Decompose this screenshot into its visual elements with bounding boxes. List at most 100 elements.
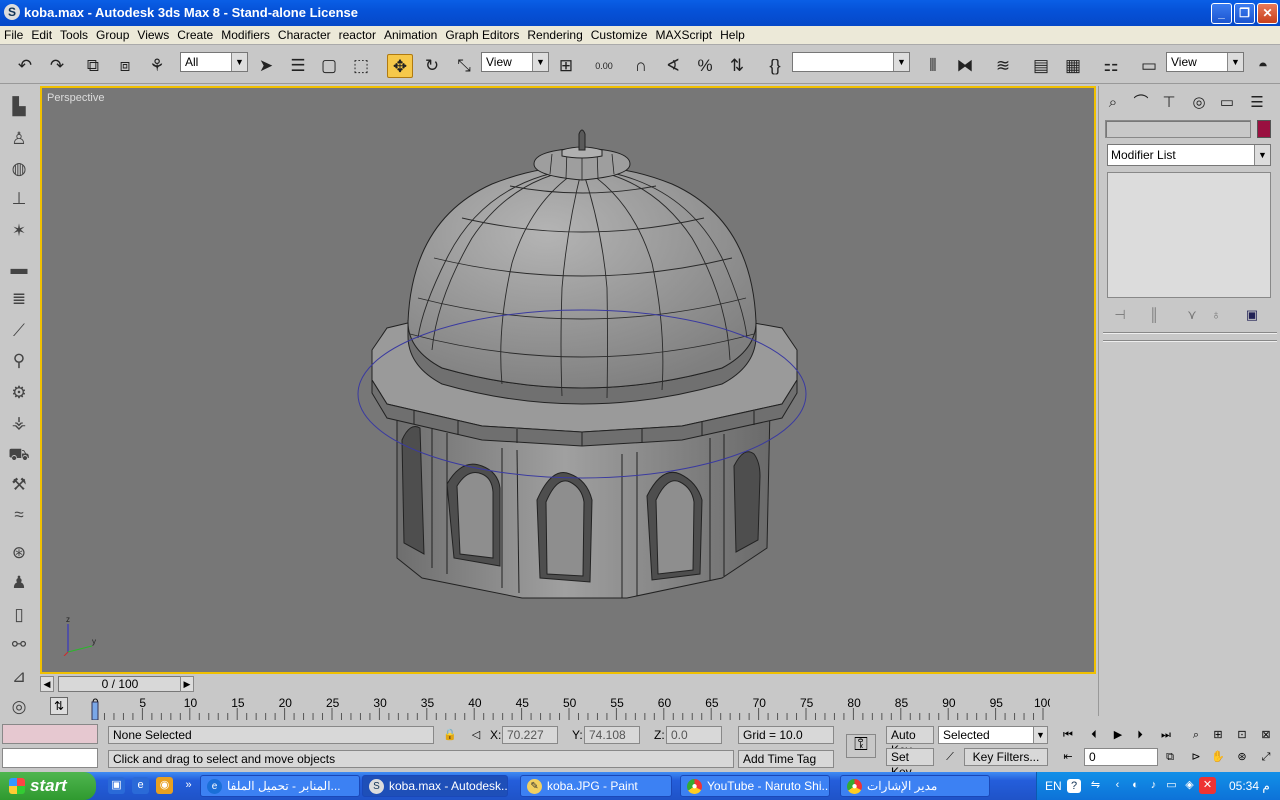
rigid-body-collection-icon[interactable]: ▙ — [6, 94, 32, 120]
menu-maxscript[interactable]: MAXScript — [651, 26, 716, 42]
fracture-icon[interactable]: ⚒ — [6, 472, 32, 498]
key-filters-button[interactable]: Key Filters... — [964, 748, 1048, 766]
maximize-viewport-icon[interactable]: ⤢ — [1256, 748, 1276, 766]
z-coordinate-field[interactable]: 0.0 — [666, 726, 722, 744]
chevron-right-icon[interactable]: ▶ — [180, 676, 194, 692]
make-unique-icon[interactable]: ⋎ — [1181, 305, 1203, 325]
current-frame-field[interactable]: 0 — [1084, 748, 1158, 766]
set-key-button[interactable]: Set Key — [886, 748, 934, 779]
tray-app-icon[interactable]: ◐ — [1127, 777, 1144, 794]
menu-rendering[interactable]: Rendering — [523, 26, 586, 42]
modifier-list-dropdown[interactable]: Modifier List ▼ — [1107, 144, 1271, 166]
next-frame-icon[interactable]: ⏵ — [1130, 726, 1150, 744]
utilities-tab-icon[interactable]: ☰ — [1245, 92, 1269, 114]
track-bar[interactable]: ⇅ 05101520253035404550556065707580859095… — [40, 694, 1098, 720]
menu-views[interactable]: Views — [133, 26, 173, 42]
layer-manager-icon[interactable]: ≋ — [990, 54, 1016, 78]
minimize-button[interactable]: _ — [1211, 3, 1232, 24]
point-to-point-icon[interactable]: ⚯ — [6, 632, 32, 658]
perspective-viewport[interactable]: Perspective z y — [40, 86, 1096, 674]
soft-body-icon[interactable]: ◍ — [6, 156, 32, 182]
material-editor-icon[interactable]: ⚏ — [1098, 54, 1124, 78]
maxscript-input[interactable] — [2, 748, 98, 768]
menu-help[interactable]: Help — [716, 26, 749, 42]
chevron-left-icon[interactable]: ‹ — [1109, 777, 1126, 794]
arc-rotate-icon[interactable]: ⊛ — [1232, 748, 1252, 766]
create-tab-icon[interactable]: ⌕ — [1101, 92, 1125, 114]
x-coordinate-field[interactable]: 70.227 — [502, 726, 558, 744]
close-button[interactable]: ✕ — [1257, 3, 1278, 24]
network-icon[interactable]: ⇋ — [1087, 777, 1104, 794]
prismatic-icon[interactable]: ⊿ — [6, 664, 32, 690]
deforming-mesh-icon[interactable]: ✶ — [6, 218, 32, 244]
pivot-center-icon[interactable]: ⊞ — [553, 54, 579, 78]
spring-icon[interactable]: ≣ — [6, 286, 32, 312]
spinner-snap-icon[interactable]: ⇅ — [724, 54, 750, 78]
go-to-start-icon[interactable]: ⏮ — [1058, 726, 1078, 744]
language-indicator[interactable]: EN — [1045, 779, 1062, 793]
angle-snap-icon[interactable]: ∢ — [660, 54, 686, 78]
default-tangent-icon[interactable]: ⟋ — [940, 748, 960, 766]
align-icon[interactable]: ⧓ — [952, 54, 978, 78]
media-player-icon[interactable]: ◉ — [156, 777, 173, 794]
pan-icon[interactable]: ✋ — [1208, 748, 1228, 766]
lock-selection-icon[interactable]: 🔒 — [440, 726, 460, 744]
rect-selection-region-icon[interactable]: ▢ — [316, 54, 342, 78]
menu-tools[interactable]: Tools — [56, 26, 92, 42]
select-object-icon[interactable]: ➤ — [253, 54, 279, 78]
zoom-all-icon[interactable]: ⊞ — [1208, 726, 1228, 744]
monitor-icon[interactable]: ▭ — [1163, 777, 1180, 794]
object-color-swatch[interactable] — [1257, 120, 1271, 138]
selection-filter-dropdown[interactable]: All ▼ — [180, 52, 248, 72]
absolute-mode-icon[interactable]: ◁ — [466, 726, 486, 744]
help-icon[interactable]: ? — [1067, 779, 1081, 793]
mini-curve-editor-icon[interactable]: ⇅ — [50, 697, 68, 715]
show-desktop-icon[interactable]: ▣ — [108, 777, 125, 794]
render-type-dropdown[interactable]: View ▼ — [1166, 52, 1244, 72]
pin-stack-icon[interactable]: ⊣ — [1109, 305, 1131, 325]
task-ie-window[interactable]: e المنابر - تحميل الملفا... — [200, 775, 360, 797]
edit-named-selection-icon[interactable]: {} — [762, 54, 788, 78]
toy-car-icon[interactable]: ⛟ — [6, 442, 32, 468]
menu-reactor[interactable]: reactor — [335, 26, 380, 42]
maximize-button[interactable]: ❐ — [1234, 3, 1255, 24]
redo-icon[interactable]: ↷ — [44, 54, 70, 78]
snap-toggle-icon[interactable]: ∩ — [628, 54, 654, 78]
antivirus-icon[interactable]: ◈ — [1181, 777, 1198, 794]
display-tab-icon[interactable]: ▭ — [1215, 92, 1239, 114]
menu-character[interactable]: Character — [274, 26, 335, 42]
internet-explorer-icon[interactable]: e — [132, 777, 149, 794]
play-icon[interactable]: ▶ — [1108, 726, 1128, 744]
motion-tab-icon[interactable]: ◎ — [1187, 92, 1211, 114]
menu-graph-editors[interactable]: Graph Editors — [441, 26, 523, 42]
configure-modifier-sets-icon[interactable]: ▣ — [1241, 305, 1263, 325]
unlink-icon[interactable]: ⧈ — [112, 54, 138, 78]
auto-key-button[interactable]: Auto Key — [886, 726, 934, 757]
named-selection-dropdown[interactable]: ▼ — [792, 52, 910, 72]
previous-frame-icon[interactable]: ⏴ — [1084, 726, 1104, 744]
render-scene-icon[interactable]: ▭ — [1136, 54, 1162, 78]
hierarchy-tab-icon[interactable]: ⊤ — [1157, 92, 1181, 114]
task-youtube-window[interactable]: ● YouTube - Naruto Shi... — [680, 775, 830, 797]
motor-icon[interactable]: ⚲ — [6, 348, 32, 374]
select-and-scale-icon[interactable]: ⤡ — [451, 54, 477, 78]
task-paint-window[interactable]: ✎ koba.JPG - Paint — [520, 775, 672, 797]
maxscript-listener-mini[interactable] — [2, 724, 98, 744]
curve-editor-icon[interactable]: ▤ — [1028, 54, 1054, 78]
zoom-icon[interactable]: ⌕ — [1186, 726, 1206, 744]
key-mode-dropdown[interactable]: Selected ▼ — [938, 726, 1048, 744]
go-to-end-icon[interactable]: ⏭ — [1156, 726, 1176, 744]
modify-tab-icon[interactable]: ⌒ — [1129, 92, 1153, 114]
cloth-collection-icon[interactable]: ♙ — [6, 126, 32, 152]
security-alert-icon[interactable]: ✕ — [1199, 777, 1216, 794]
object-name-field[interactable] — [1105, 120, 1251, 138]
show-end-result-icon[interactable]: ║ — [1143, 305, 1165, 325]
ragdoll-icon[interactable]: ♟ — [6, 570, 32, 596]
track-ruler[interactable]: 0510152025303540455055606570758085909510… — [90, 696, 1050, 720]
field-of-view-icon[interactable]: ⊳ — [1186, 748, 1206, 766]
menu-customize[interactable]: Customize — [587, 26, 652, 42]
dashpot-icon[interactable]: ⟋ — [6, 318, 32, 344]
angle-snap-spinner-icon[interactable]: 0.00 — [591, 54, 617, 78]
select-by-name-icon[interactable]: ☰ — [285, 54, 311, 78]
undo-icon[interactable]: ↶ — [12, 54, 38, 78]
